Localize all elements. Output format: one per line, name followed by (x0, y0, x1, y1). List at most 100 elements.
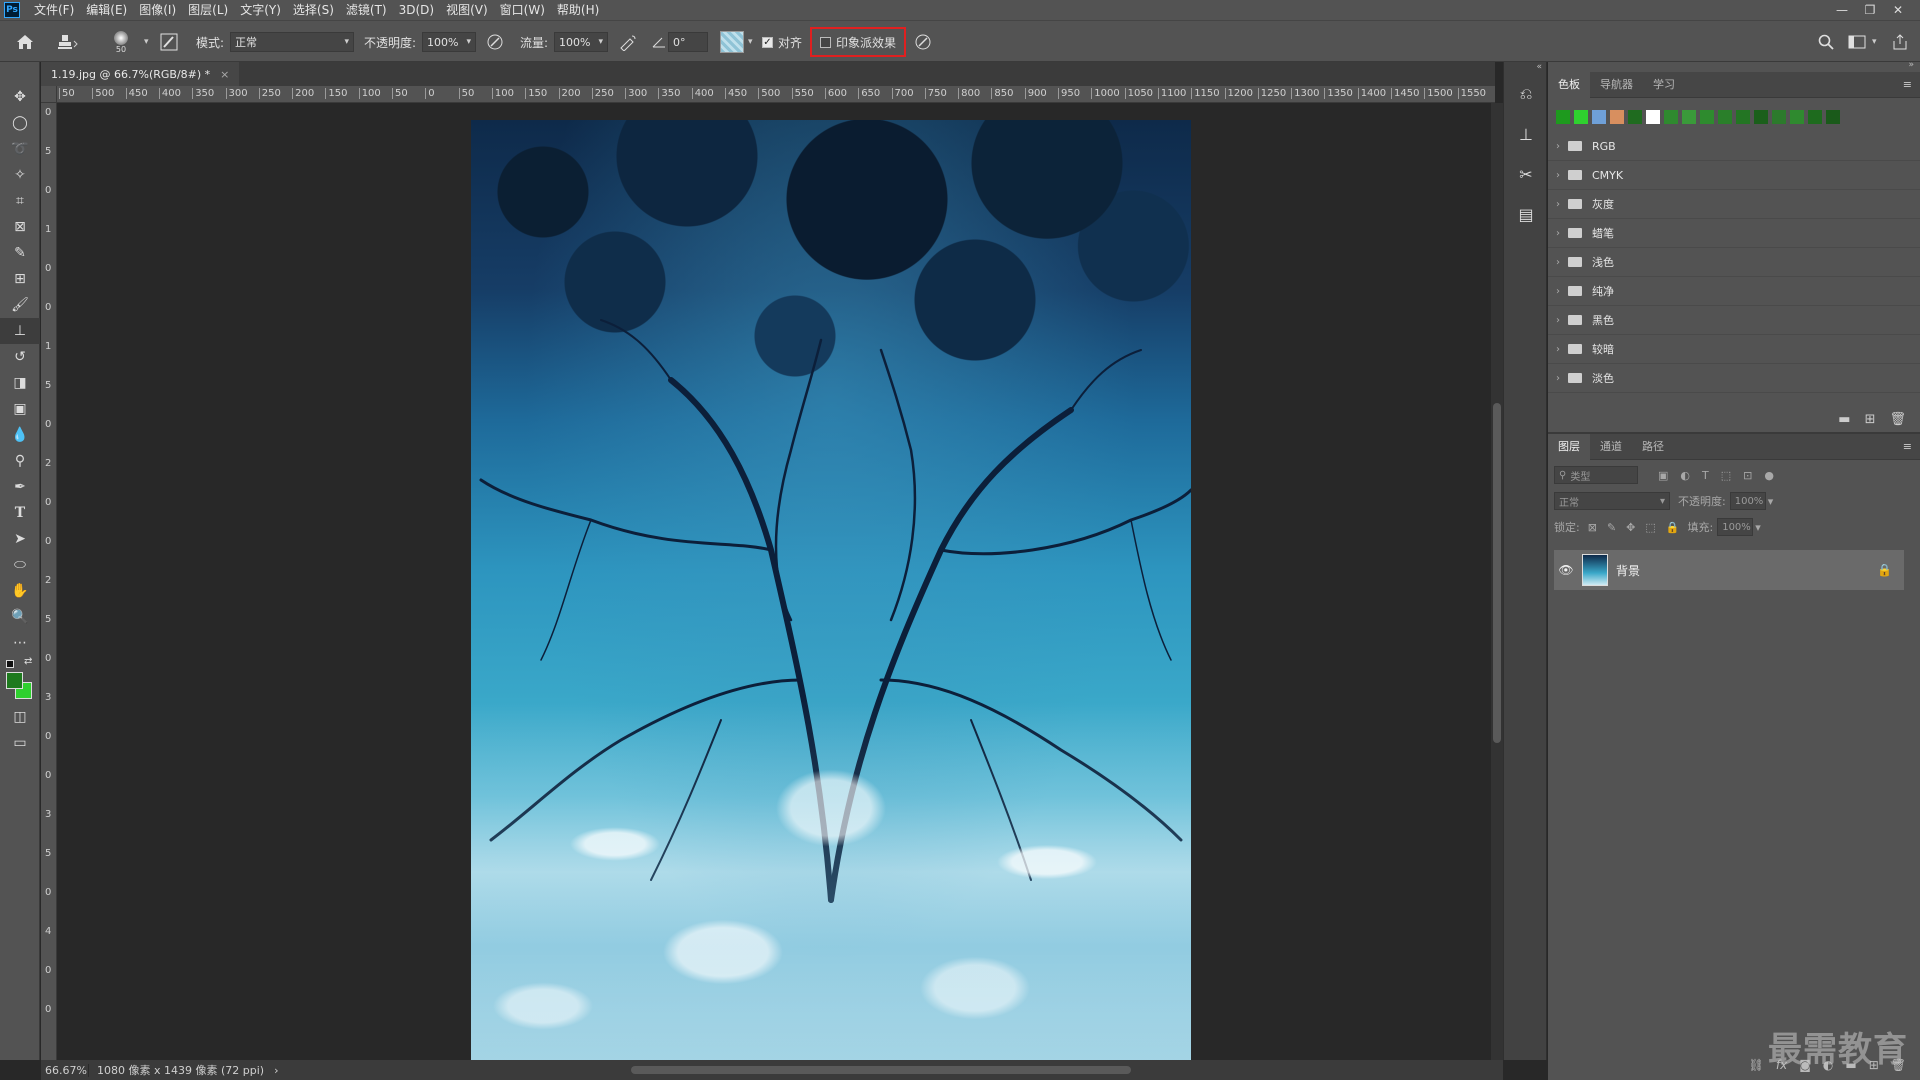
layer-search-input[interactable]: ⚲ 类型 (1554, 466, 1638, 484)
sample-pattern-swatch[interactable] (720, 21, 744, 63)
swatch-group[interactable]: › RGB (1548, 132, 1920, 161)
lock-paint-icon[interactable]: ✎ (1607, 521, 1616, 534)
link-icon[interactable]: ⛓ (1749, 1058, 1764, 1072)
lock-position-icon[interactable]: ✥ (1626, 521, 1635, 534)
horizontal-scrollbar-thumb[interactable] (631, 1066, 1131, 1074)
pen-tool-icon[interactable]: ✒ (0, 474, 40, 500)
color-swatch[interactable] (1628, 110, 1642, 124)
frame-tool-icon[interactable]: ⊠ (0, 214, 40, 240)
magic-wand-tool-icon[interactable]: ✧ (0, 162, 40, 188)
color-swatch[interactable] (1592, 110, 1606, 124)
default-colors-icon[interactable] (6, 660, 14, 668)
properties-panel-icon[interactable]: ▤ (1504, 194, 1548, 234)
vertical-ruler[interactable]: 0 5 0 1 0 0 1 5 0 2 0 0 2 5 0 3 0 0 3 5 0 4 0 0 (41, 103, 57, 1060)
ruler-origin[interactable] (41, 86, 57, 103)
home-icon[interactable] (16, 21, 34, 63)
menu-type[interactable]: 文字(Y) (234, 0, 287, 20)
vertical-scrollbar[interactable] (1491, 103, 1503, 1060)
color-swatch[interactable] (1736, 110, 1750, 124)
minimize-button[interactable]: — (1828, 0, 1856, 20)
scrollbar-thumb[interactable] (1493, 403, 1501, 743)
history-brush-tool-icon[interactable]: ↺ (0, 344, 40, 370)
document-tab[interactable]: 1.19.jpg @ 66.7%(RGB/8#) * × (41, 62, 240, 86)
tab-swatches[interactable]: 色板 (1548, 71, 1590, 98)
tab-paths[interactable]: 路径 (1632, 434, 1674, 460)
workspace-icon[interactable] (1848, 21, 1866, 63)
close-icon[interactable]: × (220, 68, 229, 81)
swatch-group[interactable]: › 淡色 (1548, 364, 1920, 393)
move-tool-icon[interactable]: ✥ (0, 84, 40, 110)
eye-icon[interactable]: 👁 (1554, 563, 1578, 577)
color-swatch[interactable] (1664, 110, 1678, 124)
crop-tool-icon[interactable]: ⌗ (0, 188, 40, 214)
menu-filter[interactable]: 滤镜(T) (340, 0, 393, 20)
airbrush-icon[interactable] (618, 21, 638, 63)
menu-3d[interactable]: 3D(D) (393, 0, 440, 20)
restore-button[interactable]: ❐ (1856, 0, 1884, 20)
swatch-group[interactable]: › 灰度 (1548, 190, 1920, 219)
lock-all-icon[interactable]: 🔒 (1666, 521, 1680, 534)
aligned-checkbox[interactable]: 对齐 (762, 21, 802, 63)
color-swatch[interactable] (1682, 110, 1696, 124)
brush-preset-picker[interactable]: 50 (114, 21, 128, 63)
color-swatch[interactable] (1556, 110, 1570, 124)
status-menu-arrow[interactable]: › (264, 1064, 278, 1077)
swatch-group[interactable]: › 黑色 (1548, 306, 1920, 335)
chevron-down-icon[interactable]: ▾ (748, 21, 753, 63)
swatch-group[interactable]: › 蜡笔 (1548, 219, 1920, 248)
history-panel-icon[interactable]: ⎌ (1504, 74, 1548, 114)
document-image[interactable] (471, 120, 1191, 1060)
eraser-tool-icon[interactable]: ◨ (0, 370, 40, 396)
color-swatch[interactable] (1574, 110, 1588, 124)
zoom-tool-icon[interactable]: 🔍 (0, 604, 40, 630)
clone-source-panel-icon[interactable]: ⊥ (1504, 114, 1548, 154)
color-swatch[interactable] (1718, 110, 1732, 124)
panel-menu-icon[interactable]: ≡ (1893, 434, 1920, 460)
menu-file[interactable]: 文件(F) (28, 0, 80, 20)
color-swatch[interactable] (1700, 110, 1714, 124)
close-window-button[interactable]: ✕ (1884, 0, 1912, 20)
impressionist-checkbox[interactable]: 印象派效果 (810, 27, 907, 57)
collapse-panels-icon[interactable]: « (1504, 62, 1546, 74)
menu-image[interactable]: 图像(I) (133, 0, 182, 20)
color-swatch[interactable] (1790, 110, 1804, 124)
blur-tool-icon[interactable]: 💧 (0, 422, 40, 448)
pressure-size-icon[interactable] (914, 21, 932, 63)
swatch-group[interactable]: › CMYK (1548, 161, 1920, 190)
marquee-tool-icon[interactable]: ◯ (0, 110, 40, 136)
toggle-brush-settings-icon[interactable] (160, 21, 178, 63)
color-swatch[interactable] (1808, 110, 1822, 124)
brush-tool-icon[interactable]: 🖌 (0, 292, 40, 318)
healing-brush-tool-icon[interactable]: ⊞ (0, 266, 40, 292)
swatch-group[interactable]: › 较暗 (1548, 335, 1920, 364)
menu-help[interactable]: 帮助(H) (551, 0, 605, 20)
menu-select[interactable]: 选择(S) (287, 0, 340, 20)
flow-input[interactable]: 100% ▾ (554, 32, 608, 52)
swatch-group[interactable]: › 纯净 (1548, 277, 1920, 306)
filter-toggle-icon[interactable]: ● (1764, 469, 1774, 482)
color-swatch[interactable] (1610, 110, 1624, 124)
clone-stamp-tool-icon[interactable]: ⊥ (0, 318, 40, 344)
filter-pixel-icon[interactable]: ▣ (1658, 469, 1668, 482)
layer-opacity-input[interactable]: 100% (1729, 492, 1766, 510)
search-icon[interactable] (1818, 21, 1834, 63)
blend-mode-dropdown[interactable]: 正常 ▾ (1554, 492, 1670, 510)
chevron-down-icon[interactable]: ▾ (1755, 521, 1761, 534)
tab-learn[interactable]: 学习 (1643, 72, 1685, 98)
color-swatch[interactable] (1826, 110, 1840, 124)
menu-edit[interactable]: 编辑(E) (80, 0, 133, 20)
mode-dropdown[interactable]: 正常 ▾ (230, 32, 354, 52)
color-swatch[interactable] (1646, 110, 1660, 124)
lock-transparent-icon[interactable]: ⊠ (1588, 521, 1597, 534)
share-icon[interactable] (1892, 21, 1908, 63)
trash-icon[interactable]: 🗑 (1889, 412, 1906, 427)
screen-mode-icon[interactable]: ▭ (0, 730, 40, 756)
new-swatch-icon[interactable]: ⊞ (1865, 412, 1876, 427)
dodge-tool-icon[interactable]: ⚲ (0, 448, 40, 474)
tab-channels[interactable]: 通道 (1590, 434, 1632, 460)
fill-input[interactable]: 100% (1717, 518, 1754, 536)
swatch-group[interactable]: › 浅色 (1548, 248, 1920, 277)
menu-view[interactable]: 视图(V) (440, 0, 494, 20)
canvas-area[interactable] (57, 103, 1495, 1060)
foreground-color-swatch[interactable] (6, 672, 23, 689)
